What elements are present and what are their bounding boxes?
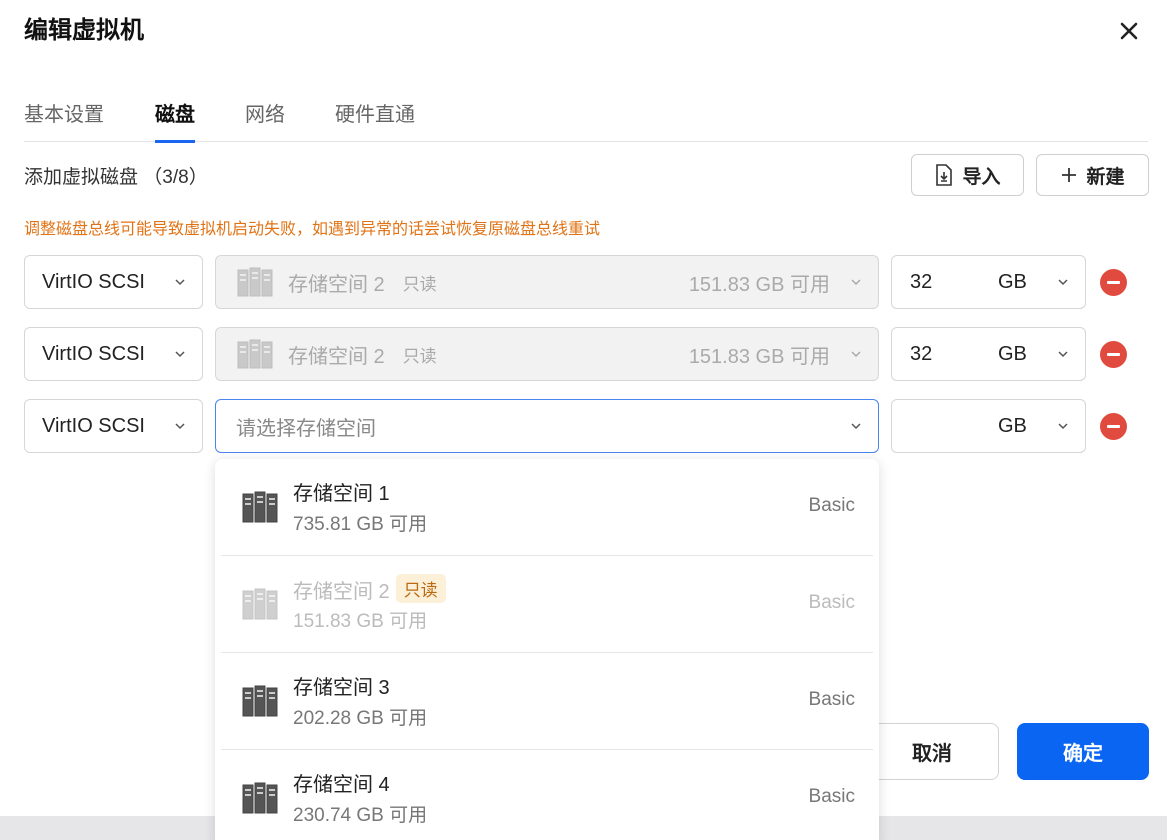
dialog-title: 编辑虚拟机 — [24, 17, 144, 44]
storage-select[interactable]: 存储空间 2 只读 151.83 GB 可用 — [215, 327, 879, 381]
disk-row: VirtIO SCSI 存储空间 2 只读 151.83 GB 可用 32 GB — [0, 255, 1167, 309]
option-name: 存储空间 4 — [293, 774, 390, 796]
bus-warning-text: 调整磁盘总线可能导致虚拟机启动失败，如遇到异常的话尝试恢复原磁盘总线重试 — [24, 221, 601, 238]
file-import-icon — [936, 164, 953, 186]
close-icon — [1120, 22, 1138, 40]
bus-value: VirtIO SCSI — [42, 342, 145, 365]
remove-disk-button[interactable] — [1100, 269, 1127, 296]
size-unit: GB — [998, 342, 1027, 365]
tab-hardware-passthrough[interactable]: 硬件直通 — [335, 100, 415, 142]
server-icon — [242, 685, 278, 717]
chevron-down-icon — [1058, 279, 1068, 286]
cancel-button[interactable]: 取消 — [865, 723, 999, 780]
readonly-badge: 只读 — [395, 574, 446, 603]
storage-select[interactable]: 请选择存储空间 — [215, 399, 879, 453]
size-input[interactable]: GB — [891, 399, 1086, 453]
option-type: Basic — [808, 495, 855, 516]
remove-disk-button[interactable] — [1100, 341, 1127, 368]
option-name: 存储空间 1 — [293, 483, 390, 505]
option-name: 存储空间 3 — [293, 677, 390, 699]
new-button[interactable]: 新建 — [1036, 154, 1149, 196]
size-input[interactable]: 32 GB — [891, 255, 1086, 309]
chevron-down-icon — [851, 351, 861, 358]
storage-option[interactable]: 存储空间 4 230.74 GB 可用 Basic — [221, 750, 873, 840]
tab-bar: 基本设置 磁盘 网络 硬件直通 — [24, 100, 1148, 143]
storage-name: 存储空间 2 — [288, 345, 385, 368]
option-capacity: 151.83 GB 可用 — [293, 611, 428, 632]
chevron-down-icon — [851, 279, 861, 286]
bus-value: VirtIO SCSI — [42, 270, 145, 293]
confirm-button[interactable]: 确定 — [1017, 723, 1149, 780]
bus-select[interactable]: VirtIO SCSI — [24, 399, 203, 453]
bus-select[interactable]: VirtIO SCSI — [24, 327, 203, 381]
bus-value: VirtIO SCSI — [42, 414, 145, 437]
option-name-wrap: 存储空间 2 只读 — [293, 574, 446, 604]
option-type: Basic — [808, 786, 855, 807]
disk-row: VirtIO SCSI 请选择存储空间 GB — [0, 399, 1167, 453]
option-capacity: 202.28 GB 可用 — [293, 708, 428, 729]
remove-disk-button[interactable] — [1100, 413, 1127, 440]
chevron-down-icon — [851, 423, 861, 430]
bus-select[interactable]: VirtIO SCSI — [24, 255, 203, 309]
tab-disks[interactable]: 磁盘 — [155, 100, 195, 143]
storage-option[interactable]: 存储空间 3 202.28 GB 可用 Basic — [221, 653, 873, 750]
option-type: Basic — [808, 592, 855, 613]
readonly-tag: 只读 — [402, 346, 437, 366]
size-value: 32 — [910, 342, 933, 365]
server-icon — [237, 267, 273, 297]
storage-placeholder: 请选择存储空间 — [236, 417, 376, 440]
chevron-down-icon — [175, 279, 185, 286]
disk-section-label: 添加虚拟磁盘 （3/8） — [24, 167, 208, 188]
readonly-tag: 只读 — [402, 274, 437, 294]
storage-available: 151.83 GB 可用 — [688, 345, 830, 368]
server-icon — [242, 588, 278, 620]
option-capacity: 230.74 GB 可用 — [293, 805, 428, 826]
tab-network[interactable]: 网络 — [245, 100, 285, 142]
import-button[interactable]: 导入 — [911, 154, 1024, 196]
chevron-down-icon — [175, 423, 185, 430]
tab-basic-settings[interactable]: 基本设置 — [24, 100, 104, 142]
disk-row: VirtIO SCSI 存储空间 2 只读 151.83 GB 可用 32 GB — [0, 327, 1167, 381]
option-type: Basic — [808, 689, 855, 710]
size-value: 32 — [910, 270, 933, 293]
import-label: 导入 — [962, 166, 1001, 188]
size-input[interactable]: 32 GB — [891, 327, 1086, 381]
size-unit: GB — [998, 414, 1027, 437]
server-icon — [237, 339, 273, 369]
size-unit: GB — [998, 270, 1027, 293]
storage-available: 151.83 GB 可用 — [688, 273, 830, 296]
storage-option: 存储空间 2 只读 151.83 GB 可用 Basic — [221, 556, 873, 653]
new-label: 新建 — [1086, 166, 1125, 188]
plus-icon — [1062, 168, 1077, 182]
chevron-down-icon — [1058, 351, 1068, 358]
server-icon — [242, 782, 278, 814]
storage-option[interactable]: 存储空间 1 735.81 GB 可用 Basic — [221, 459, 873, 556]
chevron-down-icon — [1058, 423, 1068, 430]
option-name: 存储空间 2 — [293, 581, 390, 603]
storage-select[interactable]: 存储空间 2 只读 151.83 GB 可用 — [215, 255, 879, 309]
chevron-down-icon — [175, 351, 185, 358]
server-icon — [242, 491, 278, 523]
storage-name: 存储空间 2 — [288, 273, 385, 296]
option-capacity: 735.81 GB 可用 — [293, 514, 428, 535]
storage-dropdown: 存储空间 1 735.81 GB 可用 Basic 存储空间 2 只读 151.8… — [215, 459, 879, 840]
close-button[interactable] — [1114, 16, 1144, 46]
